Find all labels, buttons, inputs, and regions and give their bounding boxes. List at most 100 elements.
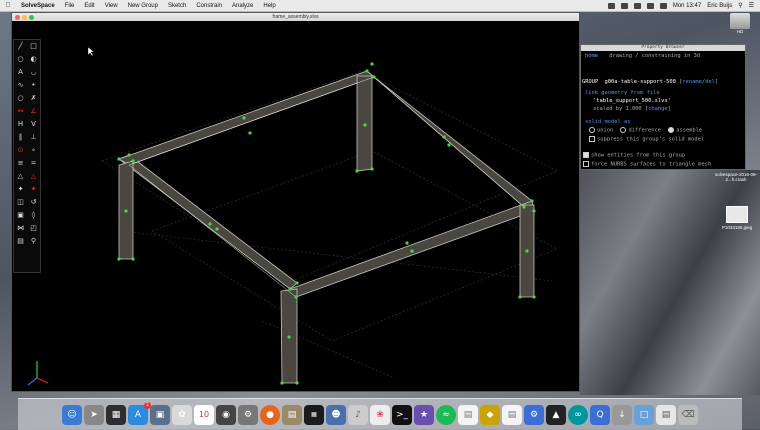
menu-view[interactable]: View: [100, 3, 123, 9]
jpeg-file-icon[interactable]: P1033185.jpeg: [716, 206, 758, 230]
preview-icon[interactable]: ▣: [150, 404, 170, 425]
midpoint-constraint-icon[interactable]: ∘: [27, 144, 40, 157]
tray-volume-icon[interactable]: [646, 2, 654, 9]
tray-battery-icon[interactable]: [659, 2, 667, 9]
crash-report-icon[interactable]: solvespace-2016-09-2...h.crash: [712, 172, 760, 182]
textedit-icon[interactable]: ▤: [458, 404, 478, 425]
finder-icon[interactable]: ☺: [62, 404, 82, 425]
menu-new-group[interactable]: New Group: [123, 3, 163, 9]
downloads-icon[interactable]: ↓: [612, 404, 632, 425]
step-rotate-icon[interactable]: ↺: [27, 196, 40, 209]
tangent-arc-tool-icon[interactable]: ◡: [27, 66, 40, 79]
force-nurbs-checkbox[interactable]: [583, 161, 589, 167]
document-icon[interactable]: ▤: [502, 404, 522, 425]
show-hide-icon[interactable]: ▤: [14, 235, 27, 248]
system-preferences-icon[interactable]: ⚙: [238, 404, 258, 425]
arduino-icon[interactable]: ∞: [568, 404, 588, 425]
spline-tool-icon[interactable]: ∿: [14, 79, 27, 92]
on-point-constraint-icon[interactable]: ⊙: [14, 144, 27, 157]
assemble-icon[interactable]: ⋈: [14, 222, 27, 235]
menu-user[interactable]: Eric Buijs: [707, 3, 732, 9]
minimize-window-button[interactable]: [22, 14, 27, 20]
union-radio[interactable]: [589, 127, 595, 133]
menu-edit[interactable]: Edit: [79, 3, 99, 9]
trash-icon[interactable]: ⌫: [678, 404, 698, 425]
point-tool-icon[interactable]: •: [27, 79, 40, 92]
table-frame[interactable]: [118, 70, 535, 384]
perpendicular-constraint-icon[interactable]: ⊥: [27, 131, 40, 144]
tray-dropbox-icon[interactable]: [607, 2, 615, 9]
nav-home-link[interactable]: home: [585, 53, 598, 59]
sketch-plane-icon[interactable]: ◰: [27, 222, 40, 235]
assemble-radio[interactable]: [668, 127, 675, 133]
equal-constraint-icon[interactable]: =: [27, 157, 40, 170]
menu-analyze[interactable]: Analyze: [227, 3, 258, 9]
audio-icon[interactable]: ♪: [348, 404, 368, 425]
app-store-icon[interactable]: A 1: [128, 401, 151, 425]
zoom-window-button[interactable]: [29, 14, 34, 20]
menu-constrain[interactable]: Constrain: [191, 3, 227, 9]
spotlight-icon[interactable]: ⚲: [738, 2, 742, 9]
horizontal-constraint-icon[interactable]: H: [14, 118, 27, 131]
3d-viewport[interactable]: [12, 21, 579, 391]
construction-tool-icon[interactable]: ○: [14, 92, 27, 105]
quicktime-icon[interactable]: Q: [590, 404, 610, 425]
nearest-iso-icon[interactable]: ✦: [14, 183, 27, 196]
ref-constraint-icon[interactable]: △: [27, 170, 40, 183]
lathe-icon[interactable]: ◊: [27, 209, 40, 222]
tray-airplay-icon[interactable]: [620, 2, 628, 9]
arc-tool-icon[interactable]: ◐: [27, 53, 40, 66]
photos-app-icon[interactable]: ❀: [370, 404, 390, 425]
parallel-constraint-icon[interactable]: ∥: [14, 131, 27, 144]
photo-booth-icon[interactable]: ◉: [216, 404, 236, 425]
menu-file[interactable]: File: [60, 3, 80, 9]
apple-icon[interactable]: : [0, 2, 16, 9]
suppress-checkbox[interactable]: [589, 136, 595, 142]
symmetric-constraint-icon[interactable]: ≡: [14, 157, 27, 170]
hd-disk-icon[interactable]: HD: [728, 13, 752, 34]
mission-control-icon[interactable]: ▦: [106, 404, 126, 425]
rename-link[interactable]: rename: [682, 79, 701, 85]
inkscape-icon[interactable]: ▲: [546, 404, 566, 425]
zoom-icon[interactable]: ⚲: [27, 235, 40, 248]
change-scale-link[interactable]: change: [648, 106, 667, 112]
documents-stack-icon[interactable]: ▤: [656, 404, 676, 425]
mouse-cursor: [87, 46, 95, 57]
menu-app-name[interactable]: SolveSpace: [16, 3, 60, 9]
star-app-icon[interactable]: ★: [414, 404, 434, 425]
split-tool-icon[interactable]: ✗: [27, 92, 40, 105]
vertical-constraint-icon[interactable]: V: [27, 118, 40, 131]
angle-constraint-icon[interactable]: ∠: [27, 105, 40, 118]
launchpad-icon[interactable]: ➤: [84, 404, 104, 425]
show-entities-checkbox[interactable]: [583, 152, 589, 158]
console-icon[interactable]: ▦: [304, 404, 324, 425]
photos-icon[interactable]: ✿: [172, 404, 192, 425]
circle-tool-icon[interactable]: ○: [14, 53, 27, 66]
spotify-icon[interactable]: ≈: [436, 404, 456, 425]
notification-center-icon[interactable]: ☰: [749, 2, 754, 9]
rectangle-tool-icon[interactable]: □: [27, 40, 40, 53]
terminal-icon[interactable]: >_: [392, 404, 412, 425]
delete-link[interactable]: del: [705, 79, 715, 85]
firefox-icon[interactable]: ●: [260, 404, 280, 425]
calendar-icon[interactable]: 10: [194, 404, 214, 425]
close-window-button[interactable]: [15, 14, 20, 20]
nearest-ortho-icon[interactable]: ✦: [27, 183, 40, 196]
difference-radio[interactable]: [620, 127, 627, 133]
distance-constraint-icon[interactable]: ↔: [14, 105, 27, 118]
cad-icon[interactable]: ◆: [480, 404, 500, 425]
menu-clock[interactable]: Mon 13:47: [673, 3, 701, 9]
tray-wifi-icon[interactable]: [633, 2, 641, 9]
line-tool-icon[interactable]: ╱: [14, 40, 27, 53]
tangent-constraint-icon[interactable]: △: [14, 170, 27, 183]
folder-icon[interactable]: □: [634, 404, 654, 425]
extrude-icon[interactable]: ▣: [14, 209, 27, 222]
text-tool-icon[interactable]: A: [14, 66, 27, 79]
contacts-icon[interactable]: ☻: [326, 404, 346, 425]
menu-help[interactable]: Help: [258, 3, 280, 9]
gear-app-icon[interactable]: ⚙: [524, 404, 544, 425]
suppress-label: suppress this group's solid model: [597, 136, 705, 143]
archive-icon[interactable]: ▤: [282, 404, 302, 425]
menu-sketch[interactable]: Sketch: [163, 3, 191, 9]
step-translate-icon[interactable]: ◫: [14, 196, 27, 209]
